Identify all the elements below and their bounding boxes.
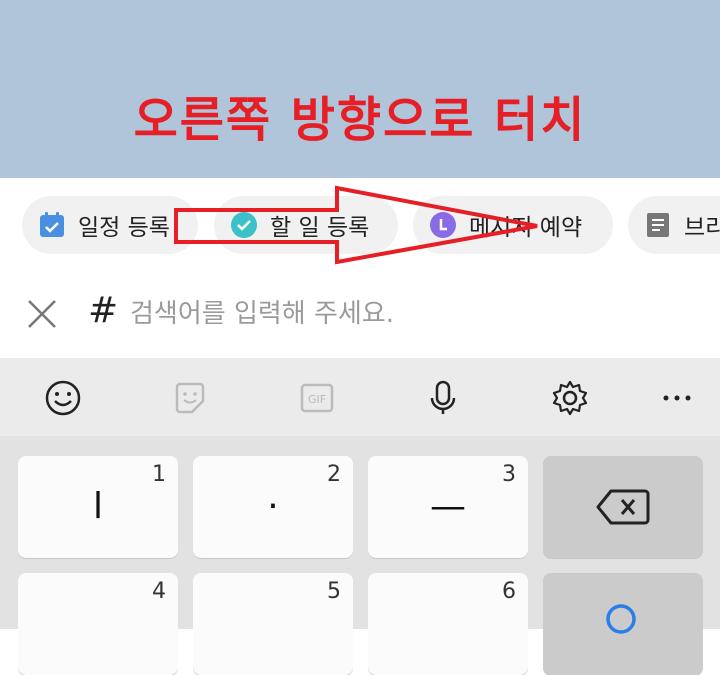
key-2[interactable]: 2 · (193, 456, 353, 558)
key-1[interactable]: 1 l (18, 456, 178, 558)
backspace-icon (596, 489, 650, 525)
chip-message-reserve[interactable]: 메시지 예약 (413, 196, 613, 254)
search-icon (606, 604, 636, 634)
key-number: 6 (502, 579, 516, 604)
chip-briefing[interactable]: 브리 (628, 196, 720, 254)
key-number: 3 (502, 462, 516, 487)
key-4[interactable]: 4 (18, 573, 178, 675)
chip-label: 브리 (684, 215, 720, 241)
quick-action-chips: 일정 등록 할 일 등록 메시지 예약 브리 (0, 178, 720, 274)
top-banner: 오른쪽 방향으로 터치 (0, 0, 720, 178)
gif-icon[interactable]: GIF (297, 378, 337, 418)
key-number: 4 (152, 579, 166, 604)
calendar-icon (40, 212, 64, 237)
close-icon[interactable] (24, 296, 60, 332)
settings-icon[interactable] (550, 378, 590, 418)
chip-todo[interactable]: 할 일 등록 (214, 196, 398, 254)
key-glyph: l (92, 486, 103, 527)
chip-label: 일정 등록 (78, 215, 170, 241)
check-circle-icon (231, 212, 257, 238)
backspace-key[interactable] (543, 456, 703, 558)
sticker-icon[interactable] (170, 378, 210, 418)
keypad: 1 l 2 · 3 — 4 5 6 (0, 436, 720, 675)
key-5[interactable]: 5 (193, 573, 353, 675)
document-icon (647, 213, 669, 237)
key-glyph: · (267, 486, 279, 527)
chip-schedule[interactable]: 일정 등록 (22, 196, 198, 254)
keyboard-toolbar: GIF (0, 358, 720, 436)
search-bar: # (0, 274, 720, 358)
message-clock-icon (430, 212, 456, 238)
search-input[interactable] (130, 292, 690, 336)
key-number: 5 (327, 579, 341, 604)
emoji-icon[interactable] (43, 378, 83, 418)
search-key[interactable] (543, 573, 703, 675)
gif-label: GIF (308, 393, 326, 406)
key-3[interactable]: 3 — (368, 456, 528, 558)
key-number: 2 (327, 462, 341, 487)
chip-label: 할 일 등록 (270, 215, 370, 241)
instruction-text: 오른쪽 방향으로 터치 (133, 92, 587, 148)
chip-label: 메시지 예약 (469, 215, 583, 241)
hashtag-icon: # (88, 290, 119, 331)
more-icon[interactable] (657, 378, 697, 418)
key-glyph: — (430, 486, 466, 527)
key-6[interactable]: 6 (368, 573, 528, 675)
key-number: 1 (152, 462, 166, 487)
microphone-icon[interactable] (423, 378, 463, 418)
